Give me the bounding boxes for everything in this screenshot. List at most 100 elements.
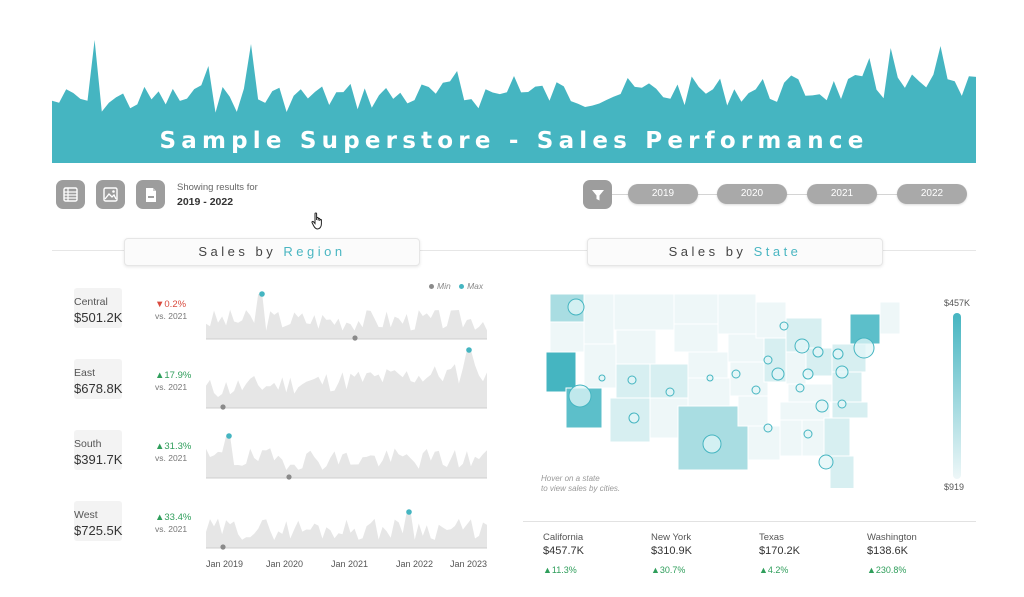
state-montana[interactable] — [613, 293, 675, 331]
city-bubble[interactable] — [803, 429, 813, 439]
max-marker[interactable] — [226, 433, 232, 439]
city-bubble[interactable] — [779, 321, 789, 331]
city-bubble[interactable] — [665, 387, 675, 397]
state-idaho[interactable] — [583, 293, 615, 345]
state-north-carolina[interactable] — [831, 401, 869, 419]
city-bubble[interactable] — [771, 367, 785, 381]
max-marker[interactable] — [406, 509, 412, 515]
state-georgia[interactable] — [823, 417, 851, 457]
region-title-accent: Region — [283, 244, 346, 259]
city-bubble[interactable] — [628, 412, 640, 424]
us-state-map[interactable] — [538, 288, 918, 488]
state-wisconsin[interactable] — [755, 301, 787, 339]
city-bubble[interactable] — [802, 368, 814, 380]
filter-button[interactable] — [583, 180, 612, 209]
region-title-prefix: Sales by — [198, 244, 277, 259]
state-value: $170.2K — [759, 545, 800, 557]
region-value: $725.5K — [74, 523, 123, 538]
state-kansas[interactable] — [687, 377, 731, 407]
city-bubble[interactable] — [763, 423, 773, 433]
year-button-2020[interactable]: 2020 — [717, 184, 787, 204]
state-stat-texas[interactable]: Texas $170.2K ▲4.2% — [759, 532, 800, 575]
city-bubble[interactable] — [568, 384, 592, 408]
min-marker[interactable] — [352, 335, 358, 341]
change-pct: ▼0.2% — [155, 299, 187, 310]
state-kentucky[interactable] — [787, 383, 833, 403]
sparkline-central[interactable] — [206, 291, 487, 341]
table-view-button[interactable] — [56, 180, 85, 209]
year-button-2021[interactable]: 2021 — [807, 184, 877, 204]
state-title-prefix: Sales by — [668, 244, 747, 259]
city-bubble[interactable] — [731, 369, 741, 379]
city-bubble[interactable] — [627, 375, 637, 385]
filter-icon — [591, 189, 604, 200]
region-south[interactable]: South $391.7K — [74, 438, 122, 467]
city-bubble[interactable] — [835, 365, 849, 379]
state-new-england[interactable] — [879, 301, 901, 335]
city-bubble[interactable] — [763, 355, 773, 365]
state-arkansas[interactable] — [737, 395, 769, 427]
state-nebraska[interactable] — [687, 351, 729, 379]
state-alabama[interactable] — [801, 419, 825, 457]
state-wyoming[interactable] — [615, 329, 657, 365]
min-marker[interactable] — [220, 544, 226, 550]
state-virginia[interactable] — [831, 371, 863, 403]
state-florida[interactable] — [829, 455, 855, 488]
min-marker[interactable] — [220, 404, 226, 410]
state-indiana[interactable] — [785, 351, 807, 385]
city-bubble[interactable] — [812, 346, 824, 358]
state-mississippi[interactable] — [779, 419, 803, 457]
sparkline-east[interactable] — [206, 347, 487, 410]
state-nevada[interactable] — [583, 343, 617, 389]
city-bubble[interactable] — [853, 337, 875, 359]
year-button-2022[interactable]: 2022 — [897, 184, 967, 204]
change-vs: vs. 2021 — [155, 311, 188, 321]
min-marker[interactable] — [286, 474, 292, 480]
state-stat-california[interactable]: California $457.7K ▲11.3% — [543, 532, 584, 575]
city-bubble[interactable] — [818, 454, 834, 470]
city-bubble[interactable] — [794, 338, 810, 354]
region-value: $391.7K — [74, 452, 123, 467]
sparkline-west[interactable] — [206, 509, 487, 550]
state-stat-washington[interactable]: Washington $138.6K ▲230.8% — [867, 532, 917, 575]
divider — [523, 521, 976, 522]
change-pct: ▲31.3% — [155, 441, 192, 452]
state-minnesota[interactable] — [717, 293, 757, 335]
region-change: ▲31.3% vs. 2021 — [155, 441, 191, 463]
state-north-dakota[interactable] — [673, 293, 719, 325]
state-name: Washington — [867, 532, 917, 543]
pdf-download-button[interactable] — [136, 180, 165, 209]
city-bubble[interactable] — [702, 434, 722, 454]
state-missouri[interactable] — [729, 361, 769, 397]
city-bubble[interactable] — [815, 399, 829, 413]
region-west[interactable]: West $725.5K — [74, 509, 122, 538]
x-tick: Jan 2023 — [450, 559, 488, 569]
image-download-button[interactable] — [96, 180, 125, 209]
city-bubble[interactable] — [567, 298, 585, 316]
city-bubble[interactable] — [598, 374, 606, 382]
change-vs: vs. 2021 — [155, 382, 188, 392]
region-east[interactable]: East $678.8K — [74, 367, 122, 396]
map-hint: Hover on a state to view sales by cities… — [541, 474, 620, 494]
year-button-2019[interactable]: 2019 — [628, 184, 698, 204]
city-bubble[interactable] — [751, 385, 761, 395]
city-bubble[interactable] — [837, 399, 847, 409]
city-bubble[interactable] — [795, 383, 805, 393]
page-title: Sample Superstore - Sales Performance — [159, 128, 869, 154]
max-marker[interactable] — [466, 347, 472, 353]
state-south-dakota[interactable] — [673, 323, 719, 353]
state-california-north[interactable] — [545, 351, 577, 393]
region-change: ▲33.4% vs. 2021 — [155, 512, 191, 534]
state-stat-new-york[interactable]: New York $310.9K ▲30.7% — [651, 532, 692, 575]
state-oregon[interactable] — [549, 321, 585, 353]
state-change: ▲30.7% — [651, 565, 686, 575]
sparkline-south[interactable] — [206, 433, 487, 480]
state-louisiana[interactable] — [747, 425, 781, 461]
state-value: $457.7K — [543, 545, 584, 557]
scale-min: $919 — [944, 482, 965, 492]
max-marker[interactable] — [259, 291, 265, 297]
city-bubble[interactable] — [832, 348, 844, 360]
change-pct: ▲17.9% — [155, 370, 192, 381]
region-central[interactable]: Central $501.2K — [74, 296, 122, 325]
city-bubble[interactable] — [706, 374, 714, 382]
